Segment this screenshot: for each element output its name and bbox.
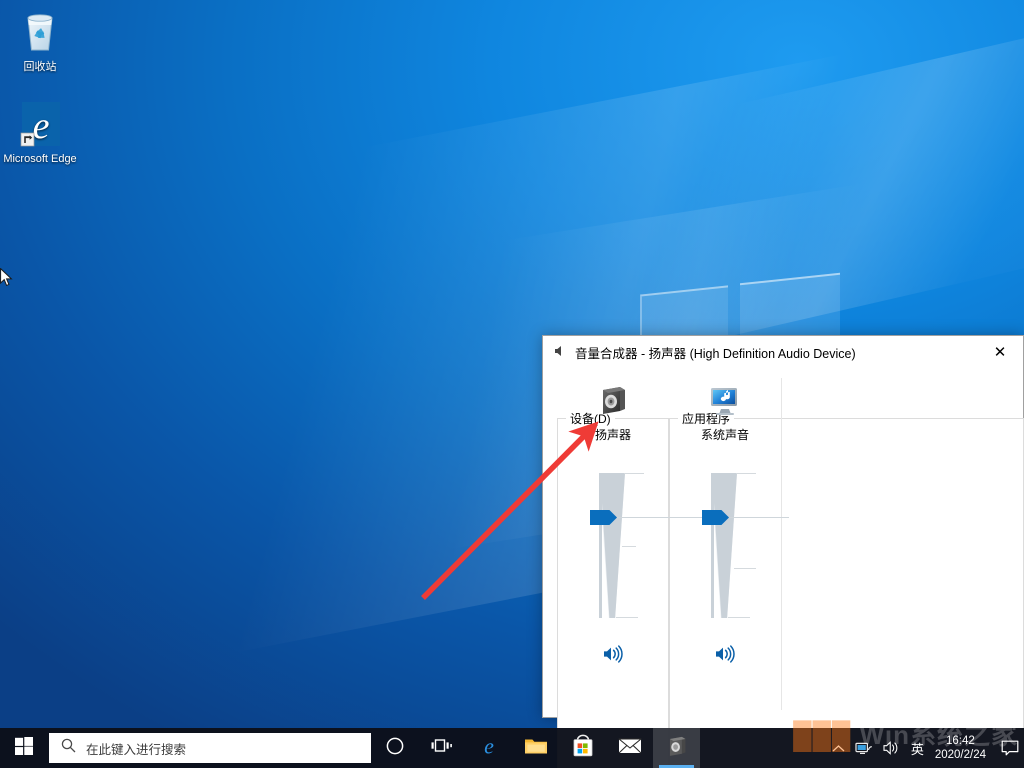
taskbar-button-file-explorer[interactable] bbox=[512, 728, 559, 768]
speaker-icon bbox=[553, 344, 567, 361]
taskbar-clock[interactable]: 16:42 2020/2/24 bbox=[929, 728, 996, 768]
slider-tick-top bbox=[624, 473, 644, 474]
taskbar-button-edge[interactable]: e bbox=[465, 728, 512, 768]
speaker-on-icon bbox=[603, 645, 623, 666]
slider-tick-top bbox=[736, 473, 756, 474]
wallpaper-glow bbox=[540, 30, 1024, 380]
action-center-icon[interactable] bbox=[996, 728, 1024, 768]
edge-icon: e bbox=[2, 100, 78, 148]
slider-track-edge bbox=[711, 473, 737, 618]
store-bag-icon bbox=[572, 734, 594, 763]
desktop-icon-recycle-bin[interactable]: 回收站 bbox=[2, 8, 78, 74]
slider-rail bbox=[599, 473, 602, 618]
search-input[interactable]: 在此键入进行搜索 bbox=[49, 733, 371, 763]
start-button[interactable] bbox=[0, 728, 48, 768]
desktop[interactable]: 回收站 e Microsoft Edge 音量合成器 - 扬声器 (High D… bbox=[0, 0, 1024, 768]
desktop-icon-label: Microsoft Edge bbox=[2, 153, 78, 166]
volume-tray-icon[interactable] bbox=[878, 728, 906, 768]
volume-slider-system-sounds[interactable] bbox=[702, 473, 748, 618]
apps-column-divider bbox=[781, 378, 782, 710]
channel-name: 系统声音 bbox=[701, 426, 749, 443]
volume-mixer-window[interactable]: 音量合成器 - 扬声器 (High Definition Audio Devic… bbox=[542, 335, 1024, 718]
ime-indicator[interactable]: 英 bbox=[906, 728, 929, 768]
windows-logo-icon bbox=[15, 737, 33, 760]
taskbar-button-task-view[interactable] bbox=[418, 728, 465, 768]
taskbar-button-microsoft-store[interactable] bbox=[559, 728, 606, 768]
mixer-titlebar[interactable]: 音量合成器 - 扬声器 (High Definition Audio Devic… bbox=[543, 336, 1023, 368]
recycle-bin-icon bbox=[2, 8, 78, 56]
edge-icon: e bbox=[477, 734, 501, 763]
slider-tick-mid bbox=[734, 568, 756, 569]
desktop-icon-label: 回收站 bbox=[2, 61, 78, 74]
mail-envelope-icon bbox=[618, 737, 642, 760]
speaker-on-icon bbox=[715, 645, 735, 666]
volume-slider-device[interactable] bbox=[590, 473, 636, 618]
cortana-circle-icon bbox=[385, 736, 405, 761]
system-sounds-icon[interactable] bbox=[707, 380, 743, 420]
taskbar-button-volume-mixer[interactable] bbox=[653, 728, 700, 768]
chevron-up-icon[interactable] bbox=[827, 728, 850, 768]
taskbar-button-cortana[interactable] bbox=[371, 728, 418, 768]
slider-value-line bbox=[729, 517, 789, 518]
mute-button-system-sounds[interactable] bbox=[711, 642, 739, 668]
mute-button-device[interactable] bbox=[599, 642, 627, 668]
mouse-cursor bbox=[0, 268, 14, 288]
close-icon[interactable]: ✕ bbox=[977, 337, 1023, 368]
search-placeholder: 在此键入进行搜索 bbox=[86, 739, 186, 758]
channel-name: 扬声器 bbox=[595, 426, 631, 443]
slider-tick-bottom bbox=[728, 617, 750, 618]
speaker-device-icon[interactable] bbox=[596, 380, 630, 420]
network-icon[interactable] bbox=[850, 728, 878, 768]
svg-text:e: e bbox=[484, 734, 494, 758]
slider-tick-bottom bbox=[616, 617, 638, 618]
taskbar-button-mail[interactable] bbox=[606, 728, 653, 768]
slider-tick-mid bbox=[622, 546, 636, 547]
speaker-device-icon bbox=[665, 734, 689, 763]
clock-date: 2020/2/24 bbox=[935, 748, 986, 762]
channel-strip-device[interactable]: 扬声器 bbox=[557, 368, 669, 720]
search-icon bbox=[61, 738, 76, 758]
desktop-icon-microsoft-edge[interactable]: e Microsoft Edge bbox=[2, 100, 78, 166]
svg-text:e: e bbox=[33, 105, 50, 147]
taskbar[interactable]: 在此键入进行搜索 e bbox=[0, 728, 1024, 768]
task-view-icon bbox=[431, 737, 453, 760]
channel-strip-system-sounds[interactable]: 系统声音 bbox=[669, 368, 781, 720]
clock-time: 16:42 bbox=[946, 734, 975, 748]
mixer-title: 音量合成器 - 扬声器 (High Definition Audio Devic… bbox=[575, 343, 856, 362]
system-tray[interactable]: 英 16:42 2020/2/24 bbox=[827, 728, 1024, 768]
slider-rail bbox=[711, 473, 714, 618]
folder-icon bbox=[524, 736, 548, 761]
